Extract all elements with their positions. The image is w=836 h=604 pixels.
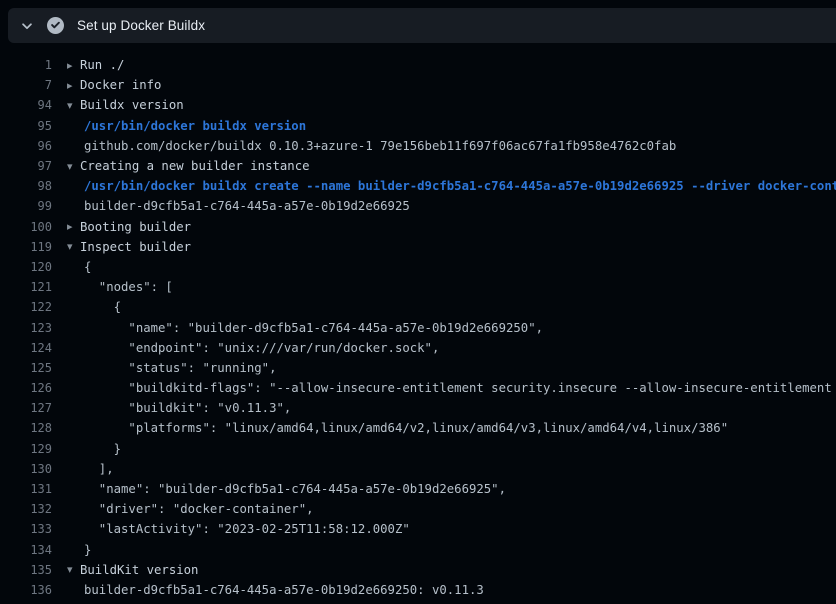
line-number[interactable]: 94: [0, 98, 52, 112]
log-line: 121 "nodes": [: [0, 277, 836, 297]
log-line[interactable]: 1 ▸ Run ./: [0, 55, 836, 75]
log-line: 122 {: [0, 297, 836, 317]
success-check-icon: [34, 17, 64, 34]
line-number[interactable]: 132: [0, 502, 52, 516]
log-line-text[interactable]: Run ./: [80, 58, 124, 72]
log-line-text: }: [80, 442, 121, 456]
log-line: 124 "endpoint": "unix:///var/run/docker.…: [0, 338, 836, 358]
log-line-text: {: [80, 300, 121, 314]
log-line-text[interactable]: Docker info: [80, 78, 161, 92]
log-line-text: "lastActivity": "2023-02-25T11:58:12.000…: [80, 522, 410, 536]
log-line: 123 "name": "builder-d9cfb5a1-c764-445a-…: [0, 317, 836, 337]
group-toggle-icon[interactable]: ▸: [52, 221, 80, 232]
log-line-text[interactable]: Booting builder: [80, 220, 191, 234]
line-number[interactable]: 95: [0, 119, 52, 133]
chevron-down-icon[interactable]: [20, 19, 34, 33]
log-line-text: "name": "builder-d9cfb5a1-c764-445a-a57e…: [80, 482, 506, 496]
log-line[interactable]: 135 ▾ BuildKit version: [0, 560, 836, 580]
log-line[interactable]: 94 ▾ Buildx version: [0, 95, 836, 115]
log-line: 96 github.com/docker/buildx 0.10.3+azure…: [0, 136, 836, 156]
log-line-text[interactable]: Creating a new builder instance: [80, 159, 310, 173]
log-line-text: github.com/docker/buildx 0.10.3+azure-1 …: [80, 139, 676, 153]
log-line[interactable]: 7 ▸ Docker info: [0, 75, 836, 95]
group-toggle-icon[interactable]: ▾: [52, 161, 80, 172]
log-output: 1 ▸ Run ./ 7 ▸ Docker info 94 ▾ Buildx v…: [0, 47, 836, 604]
log-line: 126 "buildkitd-flags": "--allow-insecure…: [0, 378, 836, 398]
line-number[interactable]: 126: [0, 381, 52, 395]
line-number[interactable]: 134: [0, 543, 52, 557]
line-number[interactable]: 136: [0, 583, 52, 597]
line-number[interactable]: 7: [0, 78, 52, 92]
log-line: 98 /usr/bin/docker buildx create --name …: [0, 176, 836, 196]
log-line: 134 }: [0, 540, 836, 560]
line-number[interactable]: 129: [0, 442, 52, 456]
line-number[interactable]: 96: [0, 139, 52, 153]
step-header[interactable]: Set up Docker Buildx: [8, 8, 836, 43]
line-number[interactable]: 125: [0, 361, 52, 375]
log-line: 99 builder-d9cfb5a1-c764-445a-a57e-0b19d…: [0, 196, 836, 216]
line-number[interactable]: 131: [0, 482, 52, 496]
log-line: 95 /usr/bin/docker buildx version: [0, 116, 836, 136]
line-number[interactable]: 122: [0, 300, 52, 314]
log-line: 120 {: [0, 257, 836, 277]
log-line-text: "name": "builder-d9cfb5a1-c764-445a-a57e…: [80, 321, 543, 335]
log-line: 130 ],: [0, 459, 836, 479]
log-line-text: "platforms": "linux/amd64,linux/amd64/v2…: [80, 421, 728, 435]
group-toggle-icon[interactable]: ▸: [52, 80, 80, 91]
group-toggle-icon[interactable]: ▾: [52, 241, 80, 252]
group-toggle-icon[interactable]: ▾: [52, 564, 80, 575]
log-line-text[interactable]: BuildKit version: [80, 563, 198, 577]
line-number[interactable]: 123: [0, 321, 52, 335]
line-number[interactable]: 120: [0, 260, 52, 274]
log-line[interactable]: 100 ▸ Booting builder: [0, 217, 836, 237]
log-line-text: }: [80, 543, 91, 557]
log-line[interactable]: 119 ▾ Inspect builder: [0, 237, 836, 257]
log-line: 127 "buildkit": "v0.11.3",: [0, 398, 836, 418]
log-line-text: "status": "running",: [80, 361, 277, 375]
line-number[interactable]: 98: [0, 179, 52, 193]
line-number[interactable]: 133: [0, 522, 52, 536]
line-number[interactable]: 100: [0, 220, 52, 234]
log-line-text: /usr/bin/docker buildx create --name bui…: [80, 179, 836, 193]
log-line-text: /usr/bin/docker buildx version: [80, 119, 306, 133]
log-line-text: "driver": "docker-container",: [80, 502, 314, 516]
log-line[interactable]: 97 ▾ Creating a new builder instance: [0, 156, 836, 176]
log-line-text: "endpoint": "unix:///var/run/docker.sock…: [80, 341, 439, 355]
log-line-text: "buildkit": "v0.11.3",: [80, 401, 291, 415]
log-line: 136 builder-d9cfb5a1-c764-445a-a57e-0b19…: [0, 580, 836, 600]
log-line-text: {: [80, 260, 91, 274]
group-toggle-icon[interactable]: ▸: [52, 60, 80, 71]
group-toggle-icon[interactable]: ▾: [52, 100, 80, 111]
line-number[interactable]: 119: [0, 240, 52, 254]
line-number[interactable]: 124: [0, 341, 52, 355]
log-line-text: builder-d9cfb5a1-c764-445a-a57e-0b19d2e6…: [80, 199, 410, 213]
line-number[interactable]: 130: [0, 462, 52, 476]
line-number[interactable]: 135: [0, 563, 52, 577]
log-line-text: ],: [80, 462, 114, 476]
line-number[interactable]: 121: [0, 280, 52, 294]
log-line: 131 "name": "builder-d9cfb5a1-c764-445a-…: [0, 479, 836, 499]
line-number[interactable]: 127: [0, 401, 52, 415]
log-line-text[interactable]: Inspect builder: [80, 240, 191, 254]
step-title: Set up Docker Buildx: [77, 18, 205, 33]
log-line: 128 "platforms": "linux/amd64,linux/amd6…: [0, 418, 836, 438]
log-line-text: builder-d9cfb5a1-c764-445a-a57e-0b19d2e6…: [80, 583, 484, 597]
line-number[interactable]: 97: [0, 159, 52, 173]
line-number[interactable]: 128: [0, 421, 52, 435]
log-line-text: "buildkitd-flags": "--allow-insecure-ent…: [80, 381, 836, 395]
log-line: 129 }: [0, 439, 836, 459]
line-number[interactable]: 1: [0, 58, 52, 72]
log-line-text[interactable]: Buildx version: [80, 98, 184, 112]
log-line-text: "nodes": [: [80, 280, 173, 294]
log-line: 132 "driver": "docker-container",: [0, 499, 836, 519]
log-line: 133 "lastActivity": "2023-02-25T11:58:12…: [0, 519, 836, 539]
line-number[interactable]: 99: [0, 199, 52, 213]
log-line: 125 "status": "running",: [0, 358, 836, 378]
